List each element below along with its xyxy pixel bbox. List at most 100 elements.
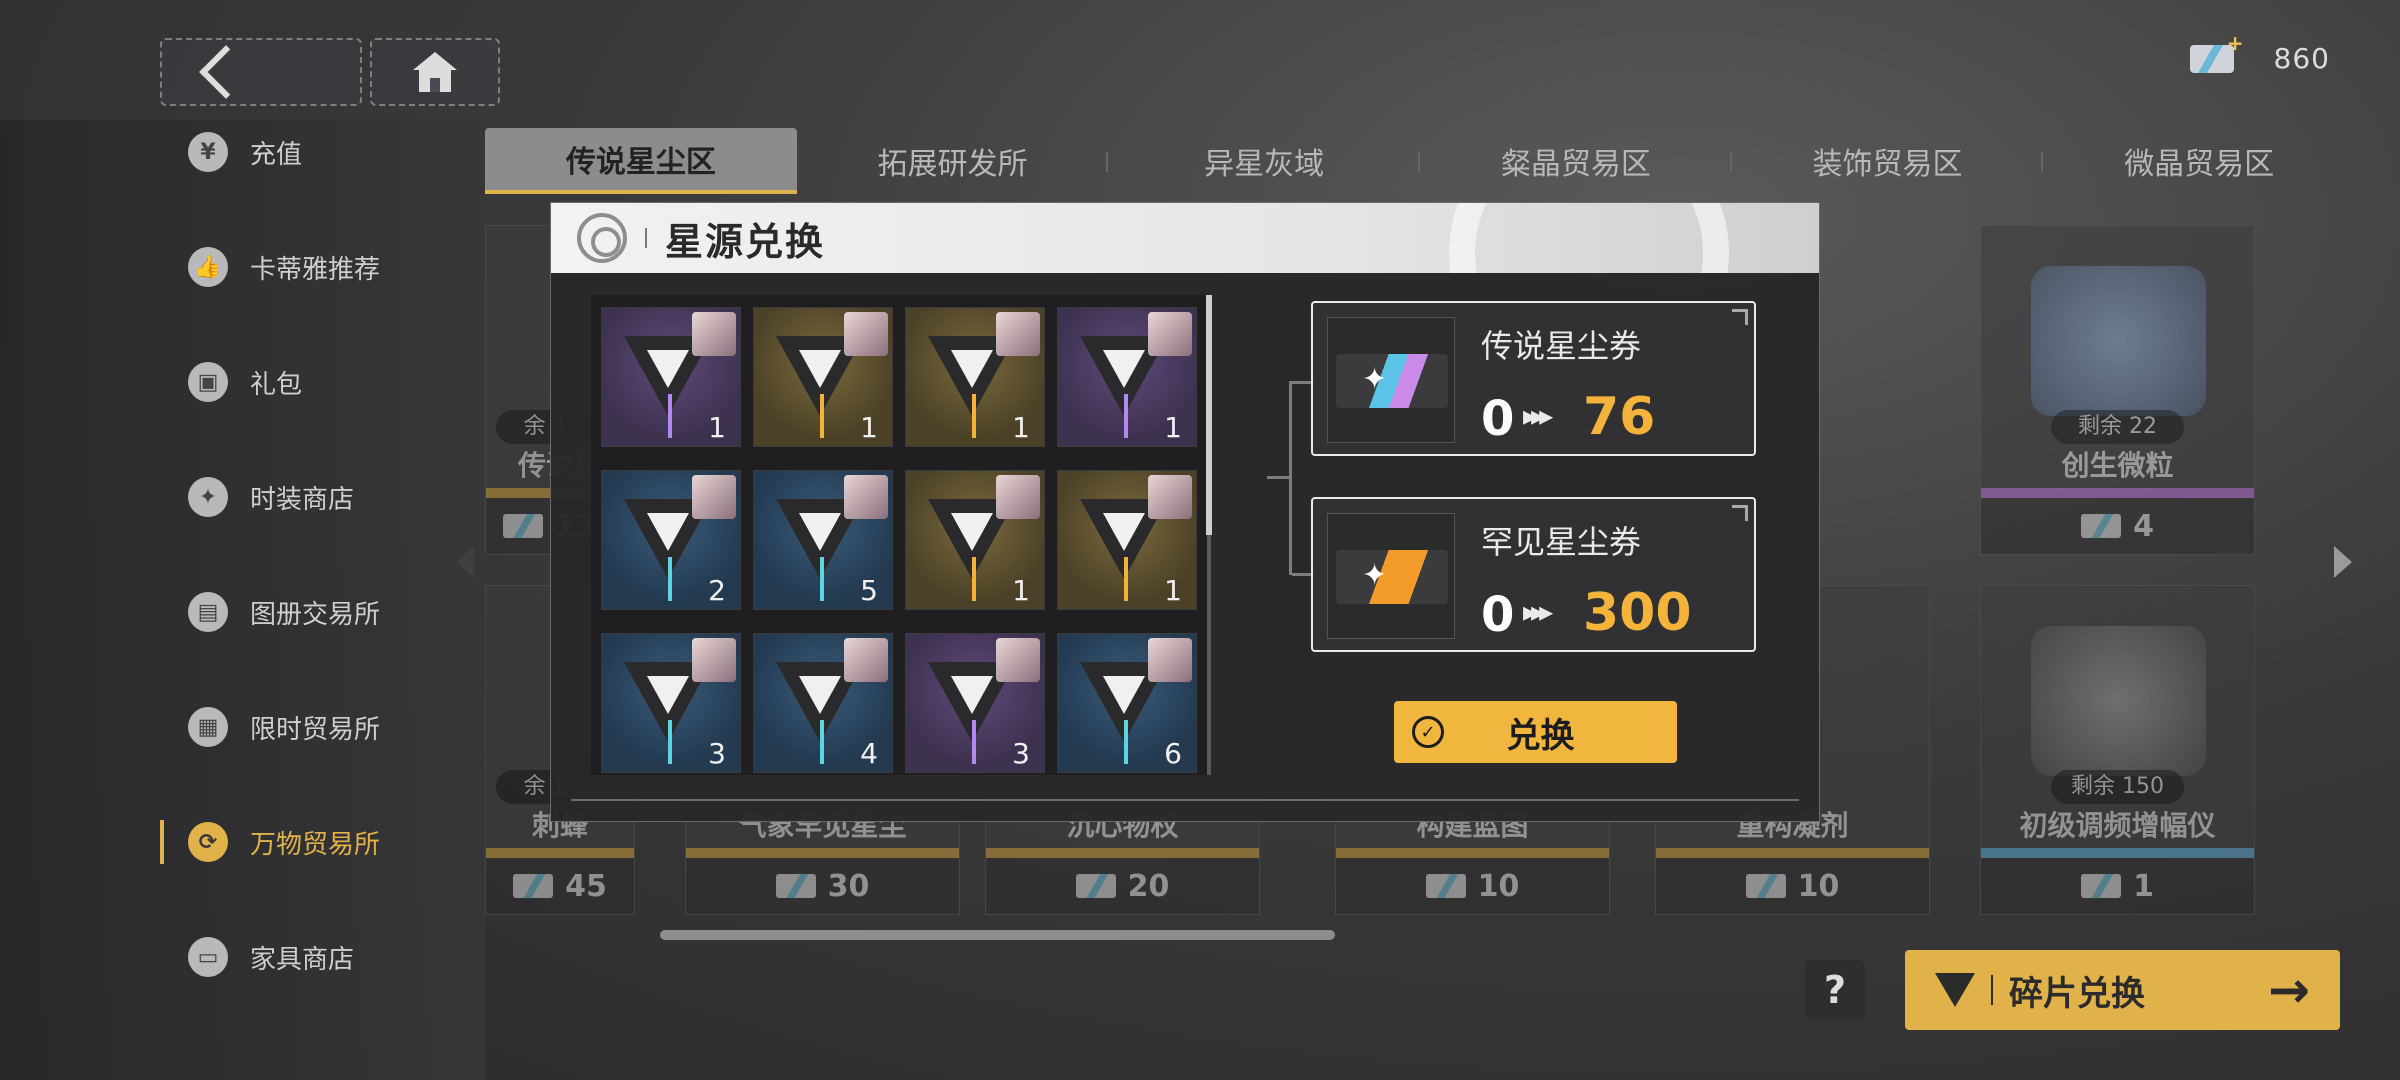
shard-item[interactable]: 1 <box>753 307 893 447</box>
triple-arrow-icon: ▸▸▸ <box>1523 399 1553 432</box>
shop-card[interactable]: 剩余 150 初级调频增幅仪 1 <box>1980 585 2255 915</box>
shard-count: 1 <box>1012 411 1030 444</box>
fragment-exchange-button[interactable]: 碎片兑换 → <box>1905 950 2340 1030</box>
legendary-ticket-icon: ✦ <box>1327 317 1455 443</box>
thumbs-up-icon: 👍 <box>188 247 228 287</box>
card-remain: 剩余 22 <box>2051 410 2184 444</box>
scroll-right-icon[interactable] <box>2334 546 2352 578</box>
tab-label: 拓展研发所 <box>877 147 1028 182</box>
back-button[interactable] <box>160 38 362 106</box>
ticket-icon <box>502 514 543 538</box>
card-remain: 剩余 150 <box>2051 770 2184 804</box>
tab-microcrystal-trade[interactable]: 微晶贸易区 <box>2043 128 2355 194</box>
home-button[interactable] <box>370 38 500 106</box>
tab-label: 粲晶贸易区 <box>1500 147 1651 182</box>
sidebar-item-limited[interactable]: ▦ 限时贸易所 <box>0 687 485 767</box>
sidebar: ¥ 充值 👍 卡蒂雅推荐 ▣ 礼包 ✦ 时装商店 ▤ 图册交易所 ▦ 限时贸易所 ⟳ 万物贸易… <box>0 120 485 1080</box>
corner-mark <box>1732 505 1748 521</box>
exchange-button[interactable]: ✓ 兑换 <box>1394 701 1677 763</box>
sidebar-item-label: 卡蒂雅推荐 <box>250 254 381 285</box>
help-button[interactable]: ? <box>1805 960 1865 1020</box>
card-stripe <box>986 848 1259 858</box>
card-price-value: 45 <box>565 868 607 904</box>
help-label: ? <box>1823 968 1847 1012</box>
character-avatar <box>692 475 736 519</box>
shop-card[interactable]: 剩余 22 创生微粒 4 <box>1980 225 2255 555</box>
sidebar-item-album[interactable]: ▤ 图册交易所 <box>0 572 485 652</box>
yen-icon: ¥ <box>188 132 228 172</box>
cube-icon <box>2031 266 2206 416</box>
tab-label: 异星灰域 <box>1204 147 1325 182</box>
shard-item[interactable]: 1 <box>905 470 1045 610</box>
card-price-value: 20 <box>1127 868 1170 904</box>
ticket-icon <box>2081 514 2122 538</box>
ticket-icon <box>1425 874 1466 898</box>
arrow-right-icon: → <box>2268 961 2310 1019</box>
shard-count: 5 <box>860 574 878 607</box>
ticket-icon <box>1745 874 1786 898</box>
sidebar-item-recharge[interactable]: ¥ 充值 <box>0 112 485 192</box>
grid-icon: ▦ <box>188 707 228 747</box>
connector-line <box>1289 381 1292 575</box>
divider <box>571 799 1799 801</box>
corner-mark <box>1732 309 1748 325</box>
shard-item[interactable]: 4 <box>753 633 893 773</box>
shard-inventory[interactable]: 1 1 1 1 2 5 1 1 3 4 3 6 <box>591 295 1211 775</box>
shard-count: 3 <box>708 737 726 770</box>
reward-current: 0 <box>1481 587 1515 643</box>
shard-count: 1 <box>1164 574 1182 607</box>
horizontal-scrollbar[interactable] <box>660 930 1335 940</box>
exchange-icon: ⟳ <box>188 822 228 862</box>
currency-amount: 860 <box>2273 42 2330 75</box>
ticket-icon <box>775 874 816 898</box>
card-stripe <box>1981 488 2254 498</box>
tab-alien-greyzone[interactable]: 异星灰域 <box>1108 128 1421 194</box>
card-price-value: 1 <box>2133 868 2154 904</box>
ticket-icon: + <box>2189 31 2244 73</box>
card-price: 10 <box>1656 858 1929 914</box>
tab-crystal-trade[interactable]: 粲晶贸易区 <box>1420 128 1732 194</box>
reward-result: 300 <box>1583 583 1692 643</box>
shard-item[interactable]: 2 <box>601 470 741 610</box>
card-price: 10 <box>1336 858 1609 914</box>
character-avatar <box>844 638 888 682</box>
sidebar-item-label: 万物贸易所 <box>250 829 381 860</box>
fashion-icon: ✦ <box>188 477 228 517</box>
character-avatar <box>996 312 1040 356</box>
shard-item[interactable]: 3 <box>601 633 741 773</box>
character-avatar <box>692 312 736 356</box>
card-price: 30 <box>686 858 959 914</box>
exchange-label: 兑换 <box>1506 715 1575 756</box>
tab-label: 微晶贸易区 <box>2124 147 2275 182</box>
tab-decor-trade[interactable]: 装饰贸易区 <box>1732 128 2044 194</box>
shard-item[interactable]: 1 <box>1057 307 1197 447</box>
sidebar-item-fashion[interactable]: ✦ 时装商店 <box>0 457 485 537</box>
tab-legendary-stardust[interactable]: 传说星尘区 <box>485 128 797 194</box>
divider <box>645 228 647 248</box>
sidebar-item-furniture[interactable]: ▭ 家具商店 <box>0 917 485 997</box>
triple-arrow-icon: ▸▸▸ <box>1523 595 1553 628</box>
shard-icon <box>1935 973 1975 1007</box>
character-avatar <box>996 475 1040 519</box>
reward-name: 罕见星尘券 <box>1481 523 1642 561</box>
shard-item[interactable]: 6 <box>1057 633 1197 773</box>
shard-count: 1 <box>1164 411 1182 444</box>
inventory-scrollbar[interactable] <box>1206 295 1212 775</box>
shard-item[interactable]: 5 <box>753 470 893 610</box>
card-name: 创生微粒 <box>2061 449 2174 482</box>
sidebar-item-recommend[interactable]: 👍 卡蒂雅推荐 <box>0 227 485 307</box>
shard-item[interactable]: 1 <box>905 307 1045 447</box>
sidebar-item-exchange[interactable]: ⟳ 万物贸易所 <box>0 802 485 882</box>
sidebar-item-gift[interactable]: ▣ 礼包 <box>0 342 485 422</box>
tab-expansion-rd[interactable]: 拓展研发所 <box>797 128 1109 194</box>
reward-current: 0 <box>1481 391 1515 447</box>
dialog-header: 星源兑换 <box>551 203 1819 273</box>
chevron-left-icon <box>199 45 253 99</box>
shard-item[interactable]: 1 <box>601 307 741 447</box>
currency-display[interactable]: + 860 <box>2189 31 2330 75</box>
scrollbar-thumb[interactable] <box>1206 295 1212 535</box>
shard-item[interactable]: 1 <box>1057 470 1197 610</box>
shard-item[interactable]: 3 <box>905 633 1045 773</box>
card-stripe <box>1981 848 2254 858</box>
sidebar-item-label: 家具商店 <box>250 944 355 975</box>
